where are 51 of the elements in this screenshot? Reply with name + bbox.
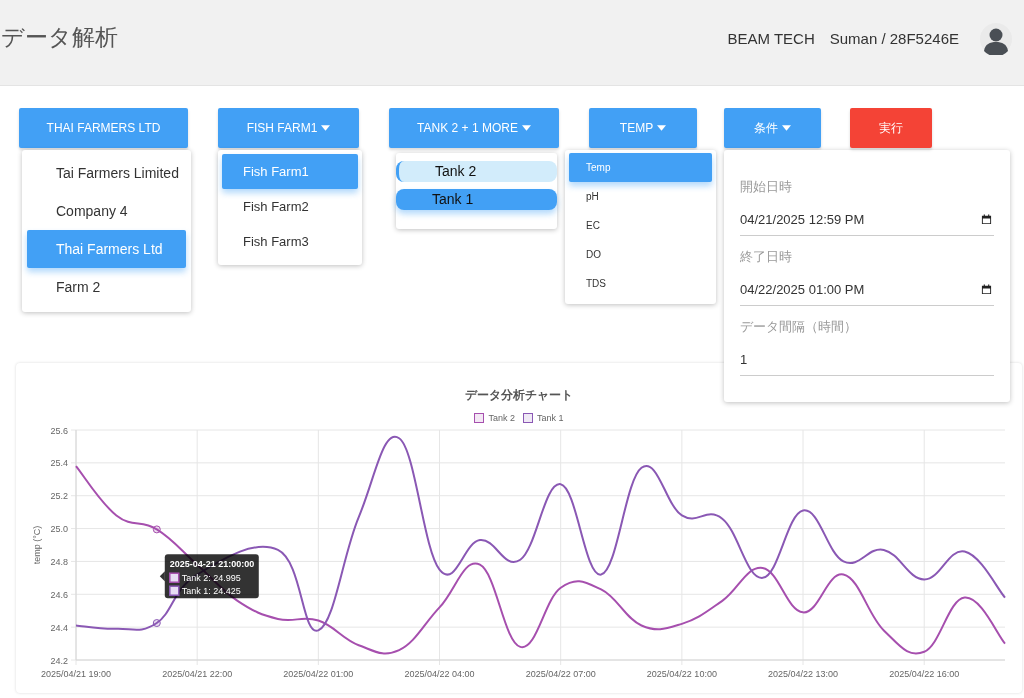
page-title: データ解析 [1, 23, 118, 52]
axis-tick-label: 2025/04/22 01:00 [283, 669, 354, 679]
axis-tick-label: 2025/04/21 19:00 [40, 669, 112, 679]
run-button[interactable]: 実行 [850, 108, 932, 148]
axis-tick-label: 25.2 [50, 491, 68, 502]
axis-tick-label: 25.6 [50, 425, 68, 436]
caret-icon [657, 125, 667, 131]
company-name: BEAM TECH [727, 30, 815, 47]
input-field[interactable]: 1 [740, 347, 994, 376]
axis-tick-label: 25.4 [50, 458, 68, 469]
axis-tick-label: 24.4 [50, 622, 68, 633]
chart-title: データ分析チャート [465, 388, 573, 402]
axis-tick-label: 24.8 [50, 556, 68, 567]
axis-title: temp (°C) [32, 525, 42, 565]
menu-item[interactable]: pH [569, 182, 712, 211]
menu-item[interactable]: TDS [569, 269, 712, 298]
date-field[interactable]: 04/21/2025 12:59 PM [740, 207, 994, 236]
axis-tick-label: 24.6 [50, 589, 68, 600]
menu-item[interactable]: Fish Farm2 [222, 189, 358, 224]
calendar-icon [981, 213, 992, 225]
field-label: データ間隔（時間） [740, 318, 858, 334]
field-label: 終了日時 [740, 248, 793, 264]
caret-icon [782, 125, 791, 131]
menu-item[interactable]: Fish Farm3 [222, 224, 358, 259]
menu-item[interactable]: EC [569, 211, 712, 240]
data-point [152, 619, 161, 628]
menu-item[interactable]: Tai Farmers Limited [27, 154, 186, 192]
caret-icon [321, 125, 331, 131]
axis-tick-label: 2025/04/21 22:00 [162, 669, 233, 679]
axis-tick-label: 2025/04/22 07:00 [525, 669, 596, 679]
legend-item[interactable]: Tank 1 [523, 412, 564, 424]
chart-tooltip: 2025-04-21 21:00:00 Tank 2: 24.995 Tank 1: 24.425 [159, 554, 259, 599]
caret-icon [521, 125, 531, 131]
avatar-icon[interactable] [980, 22, 1012, 55]
axis-tick-label: 2025/04/22 16:00 [889, 669, 960, 679]
calendar-icon [981, 283, 992, 295]
menu-item[interactable]: Tank 2 [396, 161, 557, 182]
menu-item[interactable]: Farm 2 [27, 268, 186, 306]
user-name: Suman / 28F5246E [829, 30, 959, 47]
menu-item[interactable]: DO [569, 240, 712, 269]
axis-tick-label: 2025/04/22 04:00 [404, 669, 475, 679]
axis-tick-label: 2025/04/22 13:00 [768, 669, 839, 679]
axis-tick-label: 2025/04/22 10:00 [646, 669, 717, 679]
axis-tick-label: 24.2 [50, 655, 68, 666]
data-point [152, 525, 161, 534]
menu-item[interactable]: Tank 1 [396, 189, 557, 210]
axis-tick-label: 25.0 [50, 524, 68, 535]
date-field[interactable]: 04/22/2025 01:00 PM [740, 277, 994, 306]
field-label: 開始日時 [740, 178, 793, 194]
legend-item[interactable]: Tank 2 [474, 412, 515, 424]
menu-item[interactable]: Company 4 [27, 192, 186, 230]
